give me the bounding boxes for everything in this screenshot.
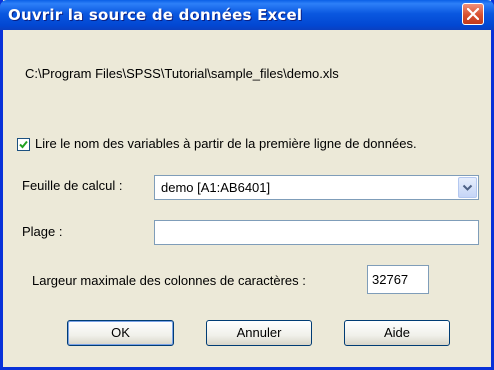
range-input[interactable]	[154, 220, 479, 245]
read-names-checkbox[interactable]	[17, 138, 30, 151]
close-icon	[467, 8, 479, 20]
range-label: Plage :	[22, 224, 63, 239]
checkmark-icon	[19, 140, 28, 149]
close-button[interactable]	[462, 3, 484, 25]
cancel-button[interactable]: Annuler	[206, 320, 312, 346]
max-width-value: 32767	[372, 272, 409, 287]
file-path: C:\Program Files\SPSS\Tutorial\sample_fi…	[25, 66, 339, 81]
dialog-title: Ouvrir la source de données Excel	[8, 6, 303, 24]
dialog-window: Ouvrir la source de données Excel C:\Pro…	[0, 0, 494, 370]
worksheet-value: demo [A1:AB6401]	[161, 180, 271, 195]
chevron-down-icon	[462, 184, 473, 191]
worksheet-select[interactable]: demo [A1:AB6401]	[154, 175, 479, 200]
help-button[interactable]: Aide	[344, 320, 450, 346]
read-names-label[interactable]: Lire le nom des variables à partir de la…	[35, 136, 417, 151]
title-bar[interactable]: Ouvrir la source de données Excel	[0, 0, 494, 30]
max-width-input[interactable]: 32767	[367, 265, 429, 294]
max-width-label: Largeur maximale des colonnes de caractè…	[32, 273, 306, 288]
worksheet-label: Feuille de calcul :	[22, 178, 123, 193]
dropdown-button[interactable]	[458, 177, 477, 198]
ok-button[interactable]: OK	[67, 320, 174, 346]
